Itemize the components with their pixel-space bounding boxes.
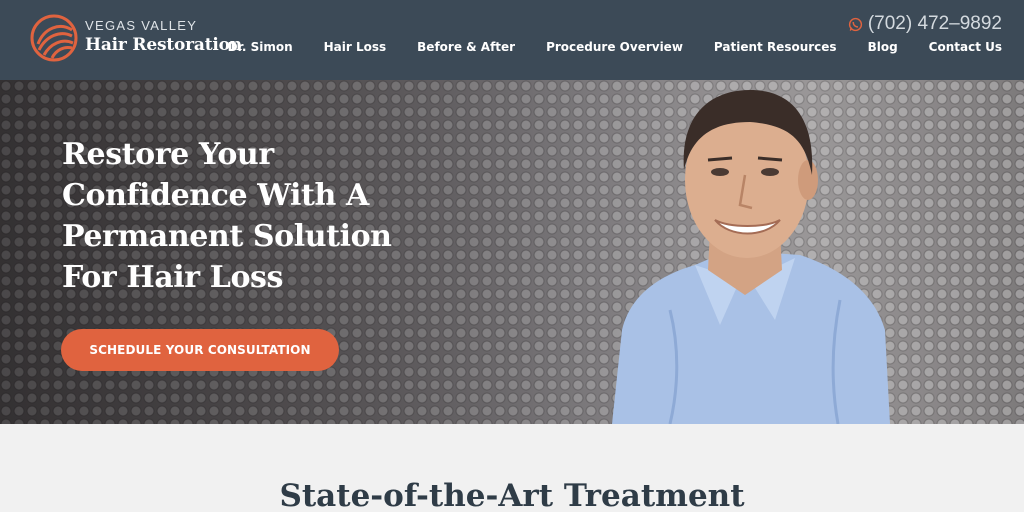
doctor-portrait — [612, 90, 890, 424]
site-header: VEGAS VALLEY Hair Restoration (702) 472–… — [0, 0, 1024, 80]
nav-blog[interactable]: Blog — [868, 40, 898, 54]
nav-procedure-overview[interactable]: Procedure Overview — [546, 40, 683, 54]
hero-banner: Restore Your Confidence With A Permanent… — [0, 80, 1024, 424]
logo-text-top: VEGAS VALLEY — [85, 18, 198, 33]
nav-hair-loss[interactable]: Hair Loss — [324, 40, 387, 54]
whatsapp-phone-icon — [848, 17, 862, 31]
site-logo[interactable]: VEGAS VALLEY Hair Restoration — [30, 14, 250, 64]
phone-number: (702) 472–9892 — [867, 13, 1002, 34]
schedule-consultation-button[interactable]: SCHEDULE YOUR CONSULTATION — [61, 329, 339, 371]
swirl-logo-icon — [30, 14, 78, 62]
section-heading: State-of-the-Art Treatment — [279, 478, 745, 512]
nav-dr-simon[interactable]: Dr. Simon — [228, 40, 293, 54]
nav-contact-us[interactable]: Contact Us — [929, 40, 1002, 54]
main-nav: Dr. Simon Hair Loss Before & After Proce… — [197, 40, 1002, 54]
phone-link[interactable]: (702) 472–9892 — [848, 13, 1002, 35]
nav-before-after[interactable]: Before & After — [417, 40, 515, 54]
hero-headline: Restore Your Confidence With A Permanent… — [62, 137, 392, 295]
nav-patient-resources[interactable]: Patient Resources — [714, 40, 837, 54]
